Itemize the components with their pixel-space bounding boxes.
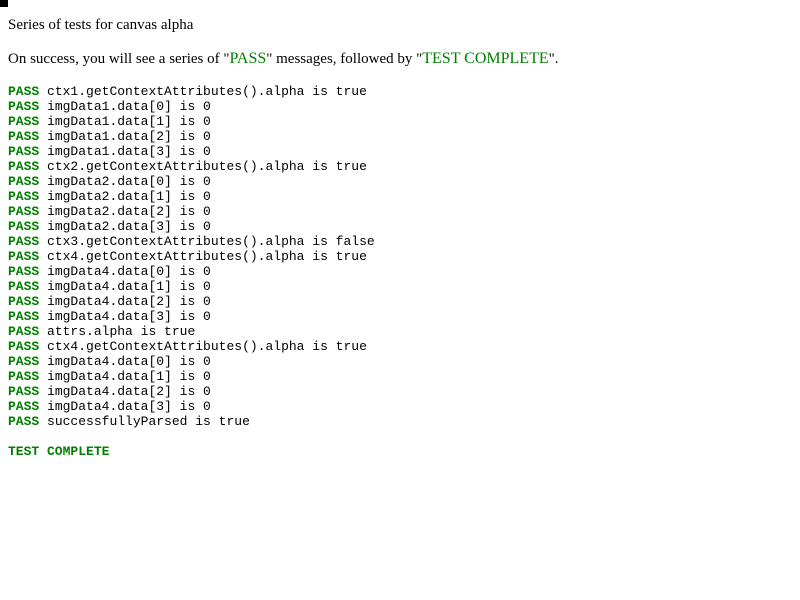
page-title: Series of tests for canvas alpha	[8, 17, 194, 33]
result-line: PASS imgData2.data[2] is 0	[8, 204, 788, 219]
result-message: imgData4.data[2] is 0	[47, 384, 211, 399]
result-message: ctx2.getContextAttributes().alpha is tru…	[47, 159, 367, 174]
result-line: PASS imgData2.data[3] is 0	[8, 219, 788, 234]
result-message: imgData2.data[2] is 0	[47, 204, 211, 219]
result-status: PASS	[8, 399, 40, 414]
test-results-log: PASS ctx1.getContextAttributes().alpha i…	[8, 84, 788, 429]
result-message: imgData1.data[2] is 0	[47, 129, 211, 144]
result-message: ctx3.getContextAttributes().alpha is fal…	[47, 234, 375, 249]
result-line: PASS imgData1.data[3] is 0	[8, 144, 788, 159]
result-line: PASS attrs.alpha is true	[8, 324, 788, 339]
result-line: PASS ctx4.getContextAttributes().alpha i…	[8, 339, 788, 354]
result-status: PASS	[8, 294, 40, 309]
intro-pass-word: PASS	[229, 50, 267, 67]
result-message: ctx1.getContextAttributes().alpha is tru…	[47, 84, 367, 99]
result-status: PASS	[8, 354, 40, 369]
result-status: PASS	[8, 219, 40, 234]
result-status: PASS	[8, 384, 40, 399]
result-message: imgData2.data[3] is 0	[47, 219, 211, 234]
intro-paragraph: On success, you will see a series of "PA…	[8, 50, 559, 68]
result-status: PASS	[8, 159, 40, 174]
result-message: imgData2.data[1] is 0	[47, 189, 211, 204]
result-status: PASS	[8, 189, 40, 204]
result-status: PASS	[8, 369, 40, 384]
result-message: ctx4.getContextAttributes().alpha is tru…	[47, 339, 367, 354]
result-message: imgData1.data[3] is 0	[47, 144, 211, 159]
result-status: PASS	[8, 114, 40, 129]
result-line: PASS imgData1.data[2] is 0	[8, 129, 788, 144]
result-message: imgData1.data[1] is 0	[47, 114, 211, 129]
result-status: PASS	[8, 309, 40, 324]
result-status: PASS	[8, 144, 40, 159]
result-status: PASS	[8, 339, 40, 354]
result-message: imgData4.data[3] is 0	[47, 309, 211, 324]
result-message: imgData1.data[0] is 0	[47, 99, 211, 114]
result-line: PASS imgData4.data[0] is 0	[8, 354, 788, 369]
result-line: PASS imgData4.data[3] is 0	[8, 399, 788, 414]
intro-text-end: ".	[548, 51, 559, 67]
result-line: PASS imgData4.data[0] is 0	[8, 264, 788, 279]
result-line: PASS imgData4.data[2] is 0	[8, 384, 788, 399]
corner-marker	[0, 0, 8, 7]
result-message: imgData4.data[1] is 0	[47, 369, 211, 384]
result-status: PASS	[8, 204, 40, 219]
result-status: PASS	[8, 174, 40, 189]
result-message: imgData4.data[0] is 0	[47, 354, 211, 369]
result-status: PASS	[8, 99, 40, 114]
intro-complete-word: TEST COMPLETE	[422, 50, 549, 67]
result-status: PASS	[8, 264, 40, 279]
result-line: PASS imgData4.data[2] is 0	[8, 294, 788, 309]
intro-text-middle: " messages, followed by "	[266, 51, 423, 67]
result-status: PASS	[8, 234, 40, 249]
result-line: PASS imgData2.data[0] is 0	[8, 174, 788, 189]
result-line: PASS imgData1.data[0] is 0	[8, 99, 788, 114]
result-message: imgData4.data[1] is 0	[47, 279, 211, 294]
result-message: attrs.alpha is true	[47, 324, 196, 339]
result-line: PASS successfullyParsed is true	[8, 414, 788, 429]
test-complete-status: TEST COMPLETE	[8, 444, 110, 459]
result-line: PASS ctx4.getContextAttributes().alpha i…	[8, 249, 788, 264]
result-line: PASS imgData4.data[1] is 0	[8, 369, 788, 384]
result-status: PASS	[8, 249, 40, 264]
result-message: successfullyParsed is true	[47, 414, 250, 429]
result-message: imgData4.data[0] is 0	[47, 264, 211, 279]
result-status: PASS	[8, 84, 40, 99]
result-status: PASS	[8, 279, 40, 294]
result-status: PASS	[8, 324, 40, 339]
intro-text-start: On success, you will see a series of "	[8, 51, 230, 67]
result-status: PASS	[8, 129, 40, 144]
result-line: PASS ctx2.getContextAttributes().alpha i…	[8, 159, 788, 174]
result-status: PASS	[8, 414, 40, 429]
result-line: PASS imgData4.data[3] is 0	[8, 309, 788, 324]
result-message: ctx4.getContextAttributes().alpha is tru…	[47, 249, 367, 264]
result-line: PASS ctx3.getContextAttributes().alpha i…	[8, 234, 788, 249]
result-message: imgData4.data[2] is 0	[47, 294, 211, 309]
result-message: imgData2.data[0] is 0	[47, 174, 211, 189]
result-message: imgData4.data[3] is 0	[47, 399, 211, 414]
result-line: PASS imgData1.data[1] is 0	[8, 114, 788, 129]
result-line: PASS imgData4.data[1] is 0	[8, 279, 788, 294]
result-line: PASS imgData2.data[1] is 0	[8, 189, 788, 204]
result-line: PASS ctx1.getContextAttributes().alpha i…	[8, 84, 788, 99]
